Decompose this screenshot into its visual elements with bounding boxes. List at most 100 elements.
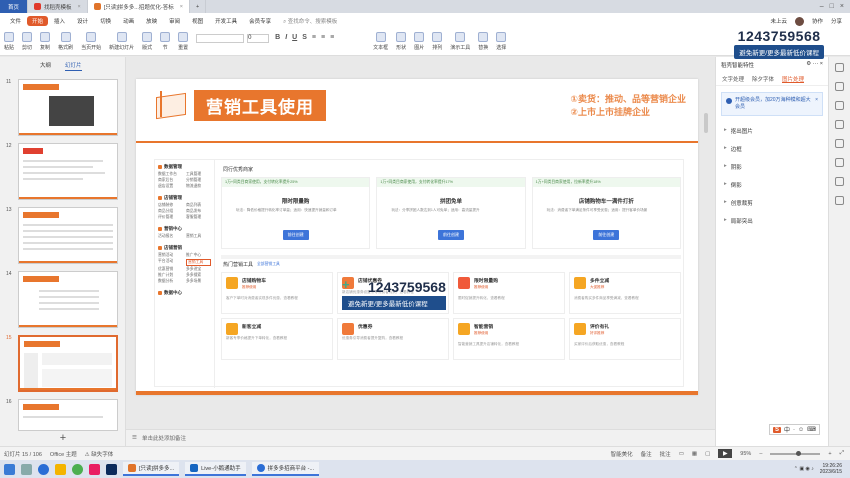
system-tray-icons[interactable]: ⌃ ▣ ◉ ♪	[794, 466, 814, 472]
chart-icon[interactable]	[835, 158, 844, 167]
start-icon[interactable]	[4, 463, 15, 475]
zoom-in-icon[interactable]: +	[828, 451, 831, 457]
menu-item-member[interactable]: 会员专享	[243, 17, 277, 25]
app-icon[interactable]	[89, 463, 100, 475]
copy-button[interactable]: 复制	[40, 32, 50, 51]
sorter-view-icon[interactable]: ▦	[692, 451, 697, 457]
tab-document[interactable]: [只读]拼多多...招题优化-答标 ×	[87, 0, 190, 13]
property-icon[interactable]	[835, 63, 844, 72]
menu-item-developer[interactable]: 开发工具	[209, 17, 243, 25]
slide-thumb-14[interactable]: 14	[6, 271, 118, 328]
image-icon[interactable]	[835, 120, 844, 129]
zoom-level[interactable]: 95%	[740, 451, 751, 457]
strikethrough-button[interactable]: S	[302, 34, 307, 41]
ime-keyboard-icon[interactable]: ⌨	[807, 426, 816, 433]
tab-template[interactable]: 找稻壳模板 ×	[28, 0, 88, 13]
taskbar-app-wps[interactable]: [只读]拼多多...	[123, 462, 180, 476]
notes-toggle[interactable]: 备注	[641, 450, 652, 458]
menu-item-transition[interactable]: 切换	[94, 17, 117, 25]
tab-outline[interactable]: 大纲	[40, 61, 51, 71]
arrange-button[interactable]: 排列	[432, 32, 442, 51]
layout-button[interactable]: 版式	[142, 32, 152, 51]
reading-view-icon[interactable]: ▢	[705, 451, 710, 457]
help-icon[interactable]	[835, 196, 844, 205]
cloud-status[interactable]: 未上云	[770, 17, 787, 25]
menu-item-animation[interactable]: 动画	[117, 17, 140, 25]
align-center-icon[interactable]: ≡	[321, 34, 325, 41]
add-slide-button[interactable]: +	[0, 429, 126, 446]
photoshop-icon[interactable]	[106, 463, 117, 475]
close-window-icon[interactable]: ×	[840, 3, 844, 10]
taskbar-app-chrome[interactable]: 拼多多招商平台 -...	[251, 462, 320, 476]
slide-thumb-13[interactable]: 13	[6, 207, 118, 264]
slide[interactable]: 营销工具使用 ①卖货：推动、品等营销企业 ②上市上市挂牌企业 数据管理 数据工作…	[136, 79, 698, 395]
close-icon[interactable]: ×	[180, 4, 183, 10]
option-creative-crop[interactable]: ▸ 创意裁剪	[716, 194, 828, 212]
new-slide-button[interactable]: 新建幻灯片	[109, 32, 134, 51]
paste-button[interactable]: 粘贴	[4, 32, 14, 51]
smart-beautify-button[interactable]: 智能美化	[611, 450, 633, 458]
share-icon[interactable]	[835, 177, 844, 186]
collaborate-button[interactable]: 协作	[812, 17, 823, 25]
italic-button[interactable]: I	[285, 34, 287, 41]
menu-item-slideshow[interactable]: 放映	[140, 17, 163, 25]
bold-button[interactable]: B	[275, 34, 280, 41]
close-icon[interactable]: ×	[815, 97, 818, 111]
notes-pane[interactable]: ☰ 单击此处添加备注	[126, 429, 715, 446]
section-button[interactable]: 节	[160, 32, 171, 51]
underline-button[interactable]: U	[292, 34, 297, 41]
folder-icon[interactable]	[55, 463, 66, 475]
cut-button[interactable]: 剪切	[22, 32, 32, 51]
menu-item-insert[interactable]: 插入	[48, 17, 71, 25]
canvas-scrollbar[interactable]	[704, 113, 708, 133]
option-reflection[interactable]: ▸ 倒影	[716, 176, 828, 194]
option-border[interactable]: ▸ 边框	[716, 140, 828, 158]
slide-thumb-16[interactable]: 16	[6, 399, 118, 431]
browser-icon[interactable]	[72, 463, 83, 475]
search-icon[interactable]	[21, 463, 32, 475]
option-local-highlight[interactable]: ▸ 局部突出	[716, 212, 828, 230]
tab-text-processing[interactable]: 文字处理	[722, 75, 744, 83]
play-slideshow-button[interactable]: ▶	[718, 449, 733, 458]
maximize-icon[interactable]: □	[830, 3, 834, 10]
minimize-icon[interactable]: –	[820, 3, 824, 10]
font-name-input[interactable]	[196, 34, 245, 43]
menu-item-file[interactable]: 文件	[4, 17, 27, 25]
compass-icon[interactable]	[835, 139, 844, 148]
tab-home[interactable]: 首页	[0, 0, 28, 13]
style-icon[interactable]	[835, 82, 844, 91]
close-icon[interactable]: ×	[78, 4, 81, 10]
pane-controls[interactable]: ⚙ ⋯ ×	[806, 61, 823, 69]
presentation-tools-button[interactable]: 演示工具	[450, 32, 470, 51]
textbox-button[interactable]: 文本框	[373, 32, 388, 51]
ime-emoji-icon[interactable]: ☺	[798, 427, 804, 433]
tab-fonts[interactable]: 除夕字体	[752, 75, 774, 83]
menu-item-review[interactable]: 审阅	[163, 17, 186, 25]
option-cutout[interactable]: ▸ 抠出图片	[716, 122, 828, 140]
menu-item-view[interactable]: 视图	[186, 17, 209, 25]
comments-toggle[interactable]: 批注	[660, 450, 671, 458]
ime-punctuation[interactable]: ·	[793, 427, 795, 433]
slide-thumb-12[interactable]: 12	[6, 143, 118, 200]
animation-icon[interactable]	[835, 101, 844, 110]
picture-button[interactable]: 图片	[414, 32, 424, 51]
ime-language[interactable]: 中	[784, 425, 790, 434]
shape-button[interactable]: 形状	[396, 32, 406, 51]
font-size-input[interactable]: 0	[247, 34, 270, 43]
tab-image-processing[interactable]: 图片处理	[782, 75, 805, 83]
replace-button[interactable]: 替换	[478, 32, 488, 51]
zoom-slider-thumb[interactable]	[796, 450, 802, 456]
taskbar-app-live[interactable]: Live-小鹅通助手	[185, 462, 246, 476]
zoom-slider[interactable]	[770, 450, 821, 456]
chrome-icon[interactable]	[38, 463, 49, 475]
fit-window-icon[interactable]: ⤢	[840, 450, 844, 457]
normal-view-icon[interactable]: ▭	[679, 451, 684, 457]
avatar[interactable]	[794, 16, 804, 26]
ime-toolbar[interactable]: S 中 · ☺ ⌨	[769, 424, 820, 435]
new-tab-button[interactable]: +	[190, 0, 207, 13]
missing-font-button[interactable]: ⚠ 缺失字体	[85, 450, 113, 458]
menu-item-design[interactable]: 设计	[71, 17, 94, 25]
menu-item-home[interactable]: 开始	[27, 16, 49, 26]
slide-thumb-15[interactable]: 15	[6, 335, 118, 392]
search-command[interactable]: ⌕ 查找命令、搜索模板	[277, 17, 343, 26]
